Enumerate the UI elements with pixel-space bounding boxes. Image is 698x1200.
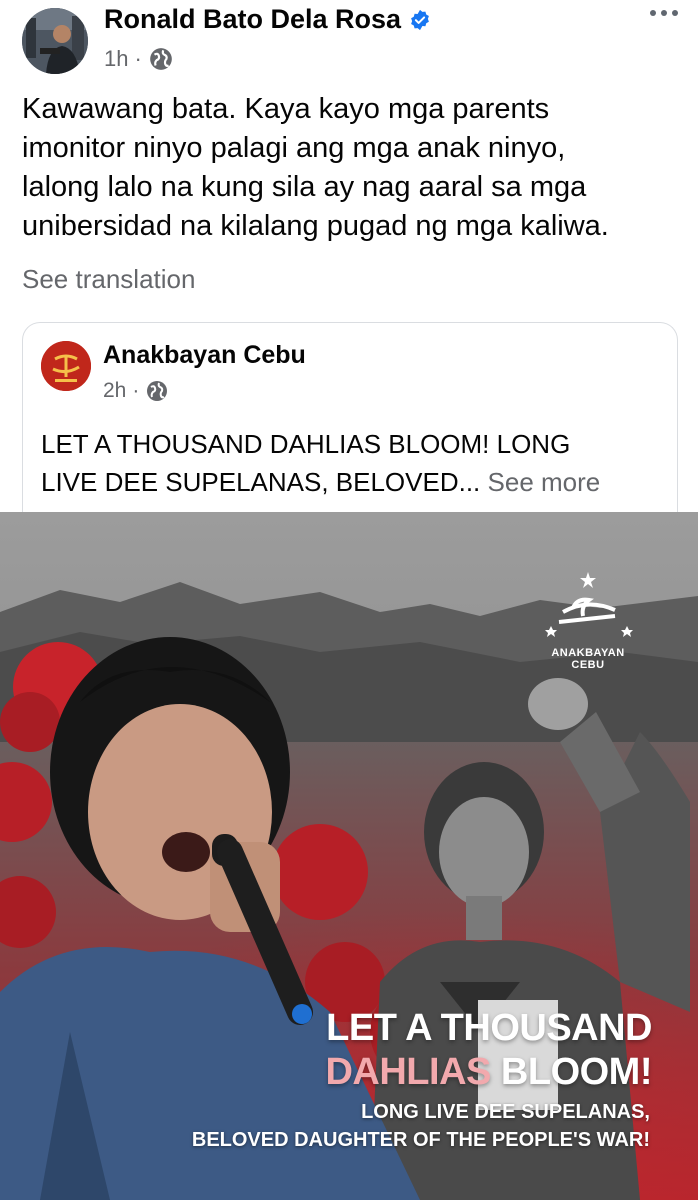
- globe-icon: [149, 48, 172, 70]
- shared-text: LET A THOUSAND DAHLIAS BLOOM! LONG LIVE …: [41, 425, 661, 501]
- logo-text: ANAKBAYAN CEBU: [551, 647, 625, 671]
- headline-line1: LET A THOUSAND: [326, 1007, 652, 1049]
- subline-2: BELOVED DAUGHTER OF THE PEOPLE'S WAR!: [191, 1129, 650, 1151]
- anakbayan-logo-mark: [545, 572, 633, 637]
- anakbayan-avatar[interactable]: [41, 341, 91, 391]
- poster-subline: LONG LIVE DEE SUPELANAS, BELOVED DAUGHTE…: [120, 1098, 650, 1154]
- more-options-icon[interactable]: [650, 10, 678, 16]
- see-translation-link[interactable]: See translation: [22, 264, 195, 295]
- author-avatar[interactable]: [22, 8, 88, 74]
- author-name[interactable]: Ronald Bato Dela Rosa: [104, 4, 431, 35]
- headline-pink-word: DAHLIAS: [325, 1051, 491, 1093]
- post-text-line: Kawawang bata. Kaya kayo mga parents: [22, 93, 550, 125]
- author-name-label[interactable]: Ronald Bato Dela Rosa: [104, 4, 401, 35]
- poster-headline: LET A THOUSAND DAHLIAS BLOOM!: [312, 1006, 652, 1094]
- post-time[interactable]: 1h: [104, 46, 128, 72]
- shared-page-name[interactable]: Anakbayan Cebu: [103, 341, 306, 370]
- anakbayan-logo: ANAKBAYAN CEBU: [538, 570, 638, 671]
- see-more-link[interactable]: See more: [488, 467, 601, 497]
- subline-1: LONG LIVE DEE SUPELANAS,: [361, 1101, 650, 1123]
- shared-text-line2: LIVE DEE SUPELANAS, BELOVED...: [41, 467, 481, 497]
- post-text-line: unibersidad na kilalang pugad ng mga kal…: [22, 210, 609, 242]
- shared-time[interactable]: 2h: [103, 379, 126, 403]
- globe-icon: [147, 381, 168, 401]
- headline-rest: BLOOM!: [490, 1051, 653, 1093]
- post-text-line: lalong lalo na kung sila ay nag aaral sa…: [22, 171, 587, 203]
- post-meta: 1h ·: [104, 46, 174, 72]
- post-body: Kawawang bata. Kaya kayo mga parents imo…: [22, 90, 682, 246]
- meta-dot: ·: [132, 379, 140, 402]
- shared-meta: 2h ·: [103, 379, 169, 403]
- post-image[interactable]: ANAKBAYAN CEBU LET A THOUSAND DAHLIAS BL…: [0, 512, 698, 1200]
- shared-text-line: LET A THOUSAND DAHLIAS BLOOM! LONG: [41, 429, 571, 459]
- post-text-line: imonitor ninyo palagi ang mga anak ninyo…: [22, 132, 566, 164]
- headline-line2: DAHLIAS BLOOM!: [312, 1050, 652, 1094]
- verified-badge-icon: [411, 9, 429, 30]
- post-header: Ronald Bato Dela Rosa 1h ·: [0, 0, 698, 90]
- meta-dot: ·: [134, 46, 142, 71]
- shared-text-line: LIVE DEE SUPELANAS, BELOVED... See more: [41, 463, 661, 501]
